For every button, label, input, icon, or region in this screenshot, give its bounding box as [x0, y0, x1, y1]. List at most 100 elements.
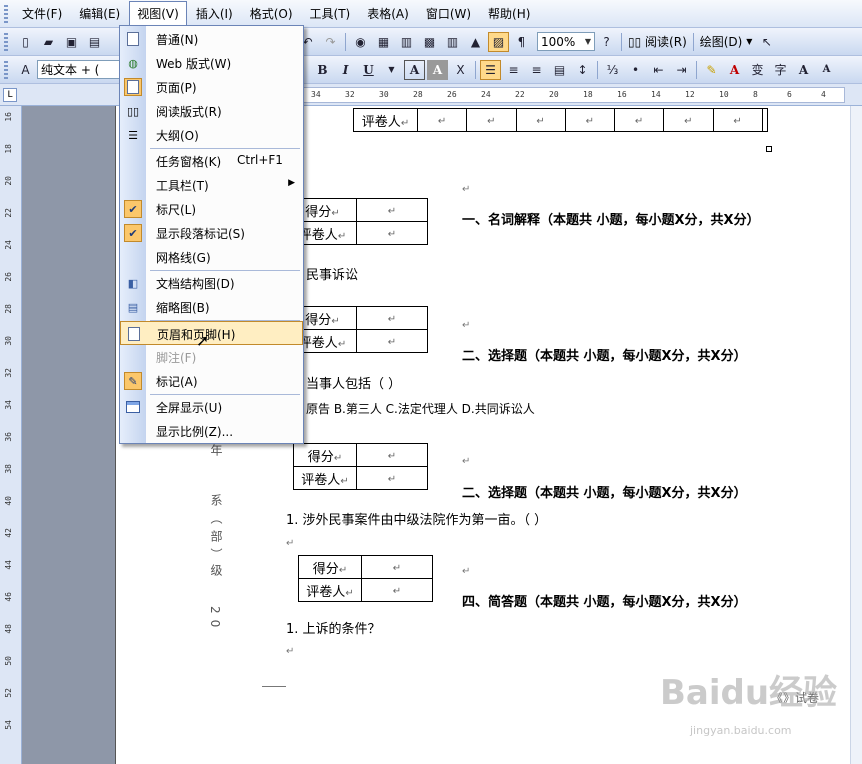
new-document-icon[interactable]: ▯	[15, 32, 36, 52]
ruler-tick: 12	[685, 90, 695, 99]
vertical-ruler[interactable]: 16 18 20 22 24 26 28 30 32 34 36 38 40 4…	[0, 106, 22, 764]
menu-item-normal[interactable]: 普通(N)	[120, 27, 303, 51]
menu-item-print-layout[interactable]: 页面(P)	[120, 75, 303, 99]
menu-item-zoom[interactable]: 显示比例(Z)...	[120, 419, 303, 443]
menu-edit[interactable]: 编辑(E)	[71, 1, 128, 26]
menu-item-gridlines[interactable]: 网格线(G)	[120, 245, 303, 269]
menu-item-footnotes[interactable]: 脚注(F)	[120, 345, 303, 369]
ruler-tick: 34	[311, 90, 321, 99]
numbering-icon[interactable]: ⅓	[602, 60, 623, 80]
redo-icon[interactable]: ↷	[320, 32, 341, 52]
ruler-tick: 22	[4, 208, 13, 218]
show-hide-icon[interactable]: ¶	[511, 32, 532, 52]
toolbar-grip[interactable]	[4, 32, 8, 51]
ruler-tick: 24	[481, 90, 491, 99]
hyperlink-icon[interactable]: ◉	[350, 32, 371, 52]
char-shading-button[interactable]: A	[427, 59, 448, 80]
tab-selector[interactable]: L	[3, 88, 17, 102]
menu-item-ruler[interactable]: ✔ 标尺(L)	[120, 197, 303, 221]
menu-item-label: Web 版式(W)	[156, 57, 232, 71]
read-button[interactable]: ▯▯ 阅读(R)	[625, 33, 690, 50]
horizontal-ruler[interactable]: 34 32 30 28 26 24 22 20 18 16 14 12 10 8…	[300, 87, 845, 103]
menu-item-toolbars[interactable]: 工具栏(T) ▶	[120, 173, 303, 197]
menu-item-web-layout[interactable]: ◍ Web 版式(W)	[120, 51, 303, 75]
menu-view[interactable]: 视图(V)	[129, 1, 187, 26]
phonetic-guide-button[interactable]: 变	[747, 60, 768, 80]
menu-item-markup[interactable]: ✎ 标记(A)	[120, 369, 303, 393]
ruler-tick: 18	[4, 144, 13, 154]
menu-table[interactable]: 表格(A)	[359, 1, 417, 26]
font-color-button[interactable]: A	[724, 60, 745, 80]
menu-item-reading-layout[interactable]: ▯▯ 阅读版式(R)	[120, 99, 303, 123]
underline-button[interactable]: U	[358, 60, 379, 80]
insert-excel-icon[interactable]: ▩	[419, 32, 440, 52]
align-justify-icon[interactable]: ☰	[480, 59, 501, 80]
score-table-3: 得分↵ ↵ 评卷人↵ ↵	[293, 443, 428, 490]
menu-file[interactable]: 文件(F)	[14, 1, 70, 26]
bold-button[interactable]: B	[312, 60, 333, 80]
menu-item-outline[interactable]: ☰ 大纲(O)	[120, 123, 303, 147]
drawing-icon[interactable]: ▲	[465, 32, 486, 52]
save-icon[interactable]: ▣	[61, 32, 82, 52]
columns-icon[interactable]: ▥	[442, 32, 463, 52]
web-layout-icon: ◍	[128, 56, 138, 70]
menu-item-header-footer[interactable]: 页眉和页脚(H)	[120, 321, 303, 345]
chevron-down-icon[interactable]: ▼	[381, 60, 402, 80]
ruler-tick: 42	[4, 528, 13, 538]
menu-item-task-pane[interactable]: 任务窗格(K) Ctrl+F1	[120, 149, 303, 173]
permission-icon[interactable]: ▤	[84, 32, 105, 52]
section-heading-2a: 二、选择题（本题共 小题，每小题X分，共X分）	[462, 349, 747, 364]
bullets-icon[interactable]: •	[625, 60, 646, 80]
insert-table-icon[interactable]: ▥	[396, 32, 417, 52]
ruler-tick: 28	[413, 90, 423, 99]
menu-help[interactable]: 帮助(H)	[480, 1, 538, 26]
table-cell	[761, 108, 769, 132]
char-scale-icon[interactable]: X	[450, 60, 471, 80]
menu-item-paragraph-marks[interactable]: ✔ 显示段落标记(S)	[120, 221, 303, 245]
char-border-button[interactable]: A	[404, 59, 425, 80]
highlight-icon[interactable]: ✎	[701, 60, 722, 80]
table-cell: ↵	[515, 108, 566, 132]
styles-formatting-icon[interactable]: A	[15, 60, 36, 80]
menubar-grip[interactable]	[4, 4, 8, 23]
help-icon[interactable]: ?	[596, 32, 617, 52]
decrease-indent-icon[interactable]: ⇤	[648, 60, 669, 80]
enclosed-chars-button[interactable]: 字	[770, 60, 791, 80]
line-spacing-icon[interactable]: ↕	[572, 60, 593, 80]
zoom-combo[interactable]: 100% ▼	[537, 32, 595, 51]
increase-indent-icon[interactable]: ⇥	[671, 60, 692, 80]
vertical-scrollbar[interactable]	[850, 106, 862, 764]
align-center-icon[interactable]: ≡	[503, 60, 524, 80]
ruler-tick: 28	[4, 304, 13, 314]
table-cell: ↵	[356, 443, 428, 467]
menu-item-document-map[interactable]: ◧ 文档结构图(D)	[120, 271, 303, 295]
menu-format[interactable]: 格式(O)	[242, 1, 301, 26]
menu-item-thumbnails[interactable]: ▤ 缩略图(B)	[120, 295, 303, 319]
table-cell: ↵	[613, 108, 665, 132]
ruler-tick: 10	[719, 90, 729, 99]
menu-item-fullscreen[interactable]: 全屏显示(U)	[120, 395, 303, 419]
score-table-4: 得分↵ ↵ 评卷人↵ ↵	[298, 555, 433, 602]
toolbar-grip[interactable]	[4, 60, 8, 79]
tables-borders-icon[interactable]: ▦	[373, 32, 394, 52]
side-year: 年	[209, 444, 223, 462]
menu-tools[interactable]: 工具(T)	[302, 1, 359, 26]
draw-menu-button[interactable]: 绘图(D) ▼	[697, 33, 756, 50]
table-resize-handle[interactable]	[766, 146, 772, 152]
shrink-font-button[interactable]: A	[816, 60, 837, 80]
document-map-icon[interactable]: ▨	[488, 31, 509, 52]
checkmark-icon: ✔	[124, 224, 142, 242]
align-right-icon[interactable]: ≡	[526, 60, 547, 80]
style-combo[interactable]: 纯文本 + (	[37, 60, 121, 79]
menu-window[interactable]: 窗口(W)	[418, 1, 479, 26]
score-label-cell: 得分↵	[298, 555, 362, 579]
toolbar-separator	[692, 32, 694, 51]
grow-font-button[interactable]: A	[793, 60, 814, 80]
italic-button[interactable]: I	[335, 60, 356, 80]
chevron-down-icon[interactable]: ▼	[585, 37, 591, 46]
menu-insert[interactable]: 插入(I)	[188, 1, 241, 26]
open-folder-icon[interactable]: ▰	[38, 32, 59, 52]
menu-item-label: 网格线(G)	[156, 251, 211, 265]
select-objects-icon[interactable]: ↖	[756, 32, 777, 52]
distributed-icon[interactable]: ▤	[549, 60, 570, 80]
